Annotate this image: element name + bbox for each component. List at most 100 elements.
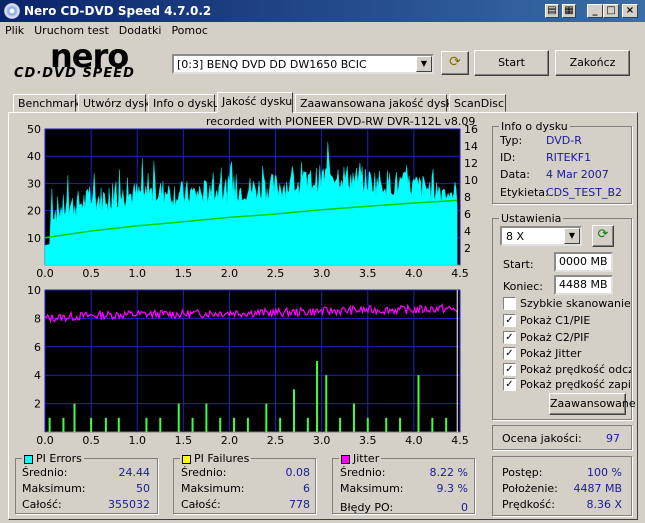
pif-avg-label: Średnio:	[181, 466, 227, 479]
pie-total-value: 355032	[108, 498, 150, 511]
end-label: Koniec:	[503, 280, 543, 293]
settings-checkboxes: Szybkie skanowanie ✓ Pokaż C1/PIE ✓ Poka…	[501, 296, 631, 392]
jitter-max-value: 9.3 %	[436, 482, 468, 495]
top-x-tick: 3.0	[313, 267, 331, 280]
top-y-tick-left: 20	[27, 205, 41, 218]
maximize-button[interactable]: □	[603, 4, 619, 18]
jitter-title-wrap: Jitter	[339, 452, 382, 465]
advanced-button[interactable]: Zaawansowane	[549, 393, 636, 415]
bottom-x-tick: 1.5	[175, 434, 193, 447]
start-button[interactable]: Start	[474, 50, 549, 76]
disc-id-value: RITEKF1	[546, 151, 592, 164]
speed-label: Prędkość:	[502, 498, 555, 511]
pi-failures-swatch	[182, 454, 191, 464]
toolbar-icon-b[interactable]: ▦	[562, 4, 576, 18]
disc-label-label: Etykieta:	[500, 186, 549, 199]
show-jitter-checkbox[interactable]: ✓	[503, 347, 516, 360]
refresh-icon: ⟳	[597, 227, 609, 242]
show-jitter-label: Pokaż Jitter	[520, 347, 582, 360]
pie-avg-value: 24.44	[118, 466, 151, 479]
drive-refresh-button[interactable]: ⟳	[441, 51, 469, 75]
tab-scandisc[interactable]: ScanDisc	[449, 94, 506, 112]
menu-plik[interactable]: Plik	[0, 22, 29, 37]
top-y-tick-right: 12	[464, 157, 478, 170]
pie-max-label: Maksimum:	[22, 482, 86, 495]
bottom-x-tick: 4.0	[405, 434, 423, 447]
menu-uruchom-test[interactable]: Uruchom test	[29, 22, 114, 37]
tab-zaawansowana-jakosc[interactable]: Zaawansowana jakość dysku	[295, 94, 459, 112]
drive-select[interactable]: [0:3] BENQ DVD DD DW1650 BCIC ▼	[172, 54, 434, 74]
drive-select-value: [0:3] BENQ DVD DD DW1650 BCIC	[177, 58, 367, 71]
speed-value: 8.36 X	[586, 498, 622, 511]
refresh-speed-button[interactable]: ⟳	[592, 225, 614, 247]
pi-failures-title: PI Failures	[194, 452, 250, 465]
cd-dvd-speed-logo: CD·DVD SPEED	[14, 66, 135, 81]
disc-date-label: Data:	[500, 168, 530, 181]
top-y-tick-left: 10	[27, 232, 41, 245]
top-y-tick-right: 4	[464, 225, 471, 238]
disc-info-title: Info o dysku	[499, 120, 570, 133]
chevron-down-icon[interactable]: ▼	[564, 228, 580, 244]
disc-label-value: CDS_TEST_B2	[546, 186, 623, 199]
top-y-tick-right: 2	[464, 242, 471, 255]
top-x-tick: 2.5	[267, 267, 285, 280]
quick-scan-checkbox[interactable]	[503, 297, 516, 310]
show-write-speed-checkbox[interactable]: ✓	[503, 378, 516, 391]
bottom-x-tick: 0.5	[82, 434, 100, 447]
pie-max-value: 50	[136, 482, 150, 495]
bottom-y-tick: 10	[27, 284, 41, 297]
pif-max-label: Maksimum:	[181, 482, 245, 495]
end-button[interactable]: Zakończ	[555, 50, 630, 76]
minimize-button[interactable]: _	[587, 4, 603, 18]
disc-type-value: DVD-R	[546, 134, 582, 147]
charts-svg: 0.0 0.5 1.0 1.5 2.0 2.5 3.0 3.5 4.0 4.5 10 20 30 40 50…	[27, 123, 478, 447]
bottom-x-tick: 1.0	[128, 434, 146, 447]
quality-score-value: 97	[606, 432, 620, 445]
jitter-title: Jitter	[353, 452, 380, 465]
speed-select[interactable]: 8 X ▼	[500, 226, 582, 246]
end-mb-input[interactable]: 4488 MB	[554, 275, 613, 295]
pif-avg-value: 0.08	[285, 466, 311, 479]
bottom-y-tick: 4	[34, 369, 41, 382]
top-y-tick-left: 40	[27, 150, 41, 163]
menu-pomoc[interactable]: Pomoc	[166, 22, 212, 37]
progress-value: 100 %	[587, 466, 622, 479]
po-errors-label: Błędy PO:	[340, 501, 394, 514]
start-mb-input[interactable]: 0000 MB	[554, 252, 613, 272]
show-pie-checkbox[interactable]: ✓	[503, 314, 516, 327]
bottom-x-tick: 3.5	[359, 434, 377, 447]
title-bar: Nero CD-DVD Speed 4.7.0.2 _ □ × ▤ ▦	[0, 0, 645, 22]
show-read-speed-checkbox[interactable]: ✓	[503, 363, 516, 376]
bottom-y-tick: 2	[34, 398, 41, 411]
disc-id-label: ID:	[500, 151, 516, 164]
toolbar-icon-a[interactable]: ▤	[545, 4, 559, 18]
pi-errors-title-wrap: PI Errors	[22, 452, 84, 465]
top-x-tick: 1.0	[128, 267, 146, 280]
tab-info-o-dysku[interactable]: Info o dysku	[148, 94, 220, 112]
bottom-x-tick: 4.5	[451, 434, 469, 447]
close-button[interactable]: ×	[622, 4, 638, 18]
show-pif-checkbox[interactable]: ✓	[503, 331, 516, 344]
disc-type-label: Typ:	[500, 134, 523, 147]
jitter-max-label: Maksimum:	[340, 482, 404, 495]
bottom-y-tick: 6	[34, 341, 41, 354]
disc-date-value: 4 Mar 2007	[546, 168, 609, 181]
tab-utworz-dysk[interactable]: Utwórz dysk	[78, 94, 150, 112]
show-pif-label: Pokaż C2/PIF	[520, 331, 590, 344]
start-label: Start:	[503, 258, 534, 271]
settings-title: Ustawienia	[499, 212, 564, 225]
menu-dodatki[interactable]: Dodatki	[114, 22, 167, 37]
tab-benchmark[interactable]: Benchmark	[13, 94, 81, 112]
bottom-x-tick: 3.0	[313, 434, 331, 447]
jitter-swatch	[341, 454, 350, 464]
top-x-tick: 4.0	[405, 267, 423, 280]
position-value: 4487 MB	[573, 482, 622, 495]
top-x-tick: 3.5	[359, 267, 377, 280]
tab-jakosc-dysku[interactable]: Jakość dysku	[217, 92, 293, 113]
bottom-x-tick: 0.0	[36, 434, 54, 447]
top-y-tick-right: 14	[464, 140, 478, 153]
jitter-avg-value: 8.22 %	[429, 466, 468, 479]
pif-max-value: 6	[303, 482, 310, 495]
quality-score-label: Ocena jakości:	[502, 432, 582, 445]
chevron-down-icon[interactable]: ▼	[416, 56, 432, 72]
